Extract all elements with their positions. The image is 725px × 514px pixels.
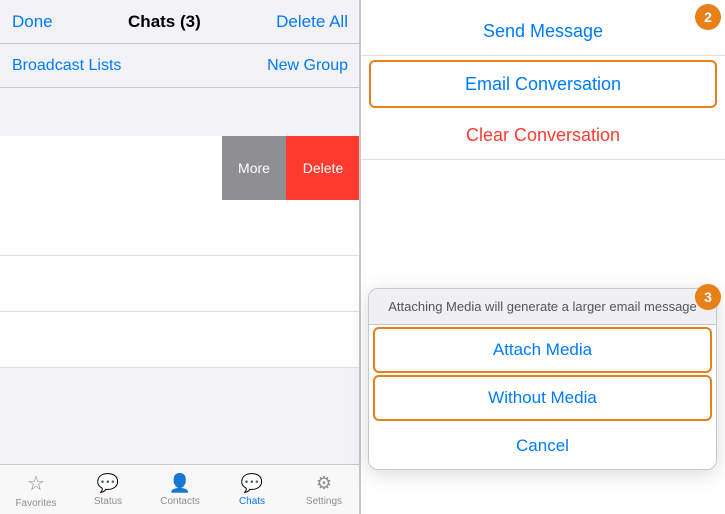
empty-row-1: [0, 200, 360, 256]
chat-row[interactable]: 14-9-2 ›: [0, 136, 240, 200]
cancel-button[interactable]: Cancel: [369, 423, 716, 469]
contacts-icon: 👤: [169, 473, 191, 494]
clear-conversation-button[interactable]: Clear Conversation: [361, 112, 725, 160]
done-button[interactable]: Done: [12, 12, 53, 32]
step-2-circle: 2: [695, 4, 721, 30]
empty-row-2: [0, 256, 360, 312]
dialog-sheet: Attaching Media will generate a larger e…: [368, 288, 717, 470]
without-media-button[interactable]: Without Media: [373, 375, 712, 421]
step-3-circle: 3: [695, 284, 721, 310]
delete-all-button[interactable]: Delete All: [276, 12, 348, 32]
contacts-label: Contacts: [160, 496, 199, 507]
broadcast-lists-link[interactable]: Broadcast Lists: [12, 57, 121, 75]
more-button[interactable]: More: [222, 136, 286, 200]
favorites-label: Favorites: [15, 498, 56, 509]
send-message-button[interactable]: Send Message: [361, 8, 725, 56]
chats-title: Chats (3): [128, 12, 201, 32]
email-conversation-button[interactable]: Email Conversation: [369, 60, 717, 108]
attach-media-button[interactable]: Attach Media: [373, 327, 712, 373]
favorites-icon: ☆: [27, 471, 45, 496]
tab-status[interactable]: 💬 Status: [72, 473, 144, 507]
delete-button[interactable]: Delete: [286, 136, 360, 200]
settings-label: Settings: [306, 496, 342, 507]
chats-label: Chats: [239, 496, 265, 507]
top-bar: Done Chats (3) Delete All: [0, 0, 360, 44]
swipe-actions: More Delete: [222, 136, 360, 200]
tab-bar: ☆ Favorites 💬 Status 👤 Contacts 💬 Chats …: [0, 464, 360, 514]
chat-row-label: 14-9-2: [0, 160, 222, 177]
tab-favorites[interactable]: ☆ Favorites: [0, 471, 72, 509]
chats-icon: 💬: [241, 473, 263, 494]
tab-contacts[interactable]: 👤 Contacts: [144, 473, 216, 507]
tab-settings[interactable]: ⚙ Settings: [288, 473, 360, 507]
settings-icon: ⚙: [316, 473, 332, 494]
empty-row-3: [0, 312, 360, 368]
new-group-link[interactable]: New Group: [267, 57, 348, 75]
sub-bar: Broadcast Lists New Group: [0, 44, 360, 88]
status-label: Status: [94, 496, 122, 507]
status-icon: 💬: [97, 473, 119, 494]
dialog-header: Attaching Media will generate a larger e…: [369, 289, 716, 325]
chat-row-wrapper: 14-9-2 › More Delete: [0, 136, 360, 200]
chat-list: 1 14-9-2 › More Delete: [0, 88, 360, 514]
tab-chats[interactable]: 💬 Chats: [216, 473, 288, 507]
left-panel: Done Chats (3) Delete All Broadcast List…: [0, 0, 360, 514]
